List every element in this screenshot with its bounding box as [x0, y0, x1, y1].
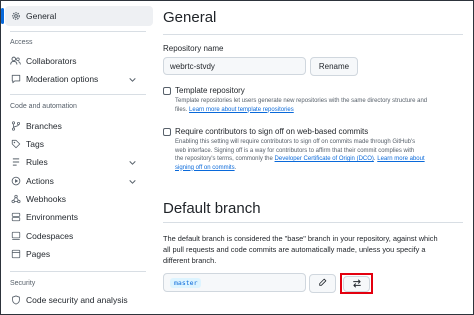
sidebar-item-label: Environments	[26, 212, 78, 222]
help-line: Template repositories let users generate…	[175, 98, 428, 104]
sidebar-item-label: Codespaces	[26, 231, 74, 241]
rename-branch-button[interactable]	[309, 274, 336, 293]
sidebar-item-collaborators[interactable]: Collaborators	[1, 51, 153, 71]
sidebar-item-actions[interactable]: Actions	[1, 171, 153, 191]
help-line: web interface. Signing off is a way for …	[175, 147, 415, 154]
sidebar-item-label: Pages	[26, 249, 51, 259]
help-line: the repository's terms, commonly the Dev…	[175, 156, 425, 162]
sidebar-item-branches[interactable]: Branches	[1, 116, 153, 136]
default-branch-field: master	[163, 273, 306, 292]
sidebar-section-security: Security	[10, 280, 36, 287]
description-line: different branch.	[163, 256, 217, 265]
signoff-learn-more-link-cont[interactable]: signing off on commits	[175, 165, 235, 171]
branch-icon	[10, 121, 21, 132]
sidebar-section-access: Access	[10, 39, 33, 46]
repo-name-label: Repository name	[163, 44, 224, 53]
sidebar-item-label: Rules	[26, 157, 48, 167]
codespaces-icon	[10, 231, 21, 242]
sidebar-item-label: Branches	[26, 121, 62, 131]
sidebar-item-label: Collaborators	[26, 56, 77, 66]
sidebar-item-label: Moderation options	[26, 74, 99, 84]
description-line: The default branch is considered the "ba…	[163, 234, 438, 243]
signoff-title: Require contributors to sign off on web-…	[175, 127, 369, 136]
sidebar-item-label: General	[26, 11, 57, 21]
chevron-down-icon	[128, 75, 137, 84]
dco-link[interactable]: Developer Certificate of Origin (DCO)	[275, 156, 374, 162]
gear-icon	[10, 11, 21, 22]
sidebar-divider	[10, 271, 146, 272]
sidebar-item-label: Actions	[26, 176, 54, 186]
signoff-help: Enabling this setting will require contr…	[175, 138, 473, 172]
rename-button[interactable]: Rename	[310, 57, 358, 76]
sidebar-item-pages[interactable]: Pages	[1, 244, 153, 264]
help-text: the repository's terms, commonly the	[175, 156, 273, 162]
sidebar-divider	[10, 94, 146, 95]
template-repository-title: Template repository	[175, 86, 245, 95]
comment-icon	[10, 74, 21, 85]
server-icon	[10, 212, 21, 223]
people-icon	[10, 56, 21, 67]
sidebar-item-environments[interactable]: Environments	[1, 207, 153, 227]
sidebar-item-label: Tags	[26, 139, 44, 149]
settings-main: General Repository name webrtc-stvdy Ren…	[163, 1, 473, 314]
help-line: signing off on commits.	[175, 164, 237, 171]
sidebar-section-code: Code and automation	[10, 103, 77, 110]
sidebar-divider	[10, 31, 146, 32]
help-line: files. Learn more about template reposit…	[175, 106, 470, 115]
sidebar-item-moderation[interactable]: Moderation options	[1, 69, 153, 89]
sidebar-item-codespaces[interactable]: Codespaces	[1, 226, 153, 246]
default-branch-title: Default branch	[163, 200, 261, 217]
rules-icon	[10, 157, 21, 168]
chevron-down-icon	[128, 177, 137, 186]
highlight-annotation-box	[340, 273, 373, 294]
sidebar-item-rules[interactable]: Rules	[1, 152, 153, 172]
sidebar-item-code-security[interactable]: Code security and analysis	[1, 290, 153, 310]
sidebar-item-label: Webhooks	[26, 194, 67, 204]
sidebar-item-webhooks[interactable]: Webhooks	[1, 189, 153, 209]
pencil-icon	[318, 278, 327, 289]
description-line: all pull requests and code commits are a…	[163, 245, 426, 254]
signoff-checkbox[interactable]	[163, 128, 171, 136]
default-branch-description: The default branch is considered the "ba…	[163, 233, 468, 266]
sidebar-item-label: Code security and analysis	[26, 295, 128, 305]
browser-icon	[10, 249, 21, 260]
tag-icon	[10, 139, 21, 150]
help-text: files.	[175, 106, 188, 113]
help-line: Enabling this setting will require contr…	[175, 139, 416, 145]
template-repository-checkbox[interactable]	[163, 87, 171, 95]
signoff-learn-more-link[interactable]: Learn more about	[377, 156, 424, 162]
repo-name-input[interactable]: webrtc-stvdy	[163, 57, 306, 75]
section-divider	[163, 222, 463, 223]
settings-sidebar: General Access Collaborators Moderation …	[1, 1, 153, 314]
template-repository-help: Template repositories let users generate…	[175, 97, 470, 114]
play-icon	[10, 176, 21, 187]
chevron-down-icon	[128, 158, 137, 167]
shield-icon	[10, 295, 21, 306]
sidebar-item-tags[interactable]: Tags	[1, 134, 153, 154]
template-learn-more-link[interactable]: Learn more about template repositories	[189, 107, 294, 113]
branch-name-tag: master	[170, 277, 202, 288]
window-frame: General Access Collaborators Moderation …	[0, 0, 474, 315]
title-divider	[163, 34, 463, 35]
sidebar-item-general[interactable]: General	[1, 6, 153, 26]
webhook-icon	[10, 194, 21, 205]
page-title: General	[163, 9, 217, 26]
